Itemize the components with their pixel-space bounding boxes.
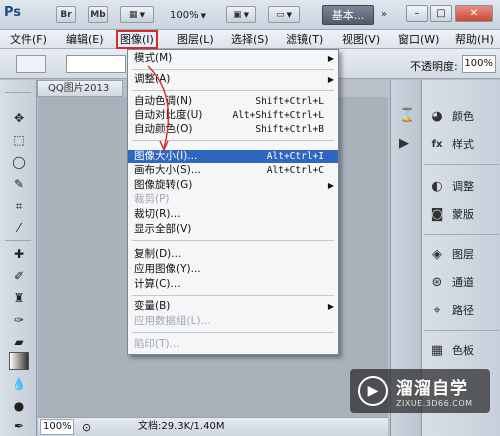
bridge-button[interactable]: Br [56,6,76,23]
menu-item-crop: 裁剪(P) [134,193,170,205]
menu-filter[interactable]: 滤镜(T) [285,32,324,47]
blur-tool-icon[interactable]: 💧 [11,376,27,392]
adjustments-icon: ◐ [431,178,443,194]
masks-icon: ◙ [430,206,444,222]
swatches-icon: ▦ [430,342,444,358]
panel-styles[interactable]: fx 样式 [428,132,498,156]
menu-bar: 文件(F) 编辑(E) 图像(I) 图层(L) 选择(S) 滤镜(T) 视图(V… [0,30,500,49]
status-icon[interactable]: ⊙ [82,419,91,436]
pen-tool-icon[interactable]: ✒ [11,418,27,434]
photoshop-logo: Ps [4,5,22,20]
menu-item-apply-data-set: 应用数据组(L)... [134,315,211,327]
screen-mode-icon: ▭ [276,9,285,20]
status-bar: 100% ⊙ 文档:29.3K/1.40M [38,417,388,436]
extras-button[interactable]: ▦ ▼ [120,6,154,23]
clone-stamp-tool-icon[interactable]: ♜ [11,290,27,306]
menu-item-image-rotation[interactable]: 图像旋转(G) ▶ [128,179,338,192]
tools-panel: ✥ ⬚ ◯ ✎ ⌗ ⁄ ✚ ✐ ♜ ✑ ▰ 💧 ● ✒ [0,80,37,436]
gradient-tool-icon[interactable] [9,352,29,370]
watermark-logo: ▶ 溜溜自学 ZIXUE.3D66.COM [350,369,490,413]
menu-item-reveal-all[interactable]: 显示全部(V) [128,223,338,236]
menu-layer[interactable]: 图层(L) [176,32,215,47]
menu-item-duplicate[interactable]: 复制(D)... [128,248,338,261]
channels-icon: ⊛ [431,274,443,290]
close-button[interactable]: ✕ [455,5,493,22]
gradient-picker[interactable] [66,55,126,73]
eraser-tool-icon[interactable]: ▰ [11,334,27,350]
menu-help[interactable]: 帮助(H) [454,32,495,47]
chevron-down-icon: ▼ [139,10,145,19]
paths-icon: ⌖ [433,302,441,318]
arrange-documents-button[interactable]: ▣ ▼ [226,6,256,23]
submenu-arrow-icon: ▶ [327,54,334,63]
menu-item-trim[interactable]: 裁切(R)... [128,208,338,221]
menu-window[interactable]: 窗口(W) [397,32,440,47]
document-tab[interactable]: QQ图片2013 [37,80,123,97]
image-menu-dropdown: 模式(M) ▶ 调整(A) ▶ 自动色调(N) Shift+Ctrl+L 自动对比度(… [127,49,339,355]
menu-item-auto-tone[interactable]: 自动色调(N) Shift+Ctrl+L [128,95,338,108]
status-zoom-field[interactable]: 100% [40,419,74,435]
menu-file[interactable]: 文件(F) [9,32,48,47]
workspace-switcher[interactable]: 基本... [322,5,374,25]
panel-paths[interactable]: ⌖ 路径 [428,298,498,322]
dodge-tool-icon[interactable]: ● [11,398,27,414]
menu-item-trap: 陷印(T)... [134,338,180,350]
menu-select[interactable]: 选择(S) [230,32,270,47]
eyedropper-tool-icon[interactable]: ⁄ [11,220,27,236]
screen-mode-button[interactable]: ▭ ▼ [268,6,300,23]
more-workspaces-icon[interactable]: » [381,9,387,20]
minimize-button[interactable]: – [406,5,428,22]
arrange-icon: ▣ [233,9,242,20]
menu-view[interactable]: 视图(V) [341,32,381,47]
mini-bridge-button[interactable]: Mb [88,6,108,23]
crop-tool-icon[interactable]: ⌗ [11,198,27,214]
styles-icon: fx [431,138,443,150]
panel-adjustments[interactable]: ◐ 调整 [428,174,498,198]
layers-icon: ◈ [432,246,442,262]
healing-brush-tool-icon[interactable]: ✚ [11,246,27,262]
play-icon: ▶ [358,376,388,406]
chevron-down-icon: ▼ [200,12,206,20]
palette-icon: ◕ [431,108,443,124]
maximize-button[interactable]: □ [430,5,452,22]
submenu-arrow-icon: ▶ [327,75,334,84]
menu-item-calculations[interactable]: 计算(C)... [128,278,338,291]
watermark-title: 溜溜自学 [396,379,468,399]
panel-swatches[interactable]: ▦ 色板 [428,338,498,362]
chevron-down-icon: ▼ [243,10,249,19]
menu-item-apply-image[interactable]: 应用图像(Y)... [128,263,338,276]
history-brush-tool-icon[interactable]: ✑ [11,312,27,328]
opacity-label: 不透明度: [410,60,458,73]
chevron-down-icon: ▼ [286,10,292,19]
application-bar: Ps Br Mb ▦ ▼ 100% ▼ ▣ ▼ ▭ ▼ 基本... » – □ ✕ [0,0,500,30]
panel-color[interactable]: ◕ 颜色 [428,104,498,128]
watermark-subtitle: ZIXUE.3D66.COM [396,399,473,408]
marquee-tool-icon[interactable]: ⬚ [11,132,27,148]
move-tool-icon[interactable]: ✥ [11,110,27,126]
menu-edit[interactable]: 编辑(E) [65,32,105,47]
menu-item-adjustments[interactable]: 调整(A) ▶ [128,73,338,86]
submenu-arrow-icon: ▶ [327,302,334,311]
brush-tool-icon[interactable]: ✐ [11,268,27,284]
menu-item-mode[interactable]: 模式(M) ▶ [128,52,338,65]
menu-item-image-size[interactable]: 图像大小(I)... Alt+Ctrl+I [128,150,338,163]
lasso-tool-icon[interactable]: ◯ [11,154,27,170]
panel-masks[interactable]: ◙ 蒙版 [428,202,498,226]
zoom-level[interactable]: 100% ▼ [170,10,206,21]
opacity-field[interactable]: 100% [462,55,496,73]
actions-panel-icon[interactable]: ▶ [399,136,409,151]
panel-layers[interactable]: ◈ 图层 [428,242,498,266]
grid-icon: ▦ [129,9,138,20]
menu-item-variables[interactable]: 变量(B) ▶ [128,300,338,313]
document-info: 文档:29.3K/1.40M [138,421,225,432]
history-panel-icon[interactable]: ⌛ [399,108,415,123]
menu-item-auto-contrast[interactable]: 自动对比度(U) Alt+Shift+Ctrl+L [128,109,338,122]
menu-item-auto-color[interactable]: 自动颜色(O) Shift+Ctrl+B [128,123,338,136]
menu-image[interactable]: 图像(I) [116,30,158,49]
menu-item-canvas-size[interactable]: 画布大小(S)... Alt+Ctrl+C [128,164,338,177]
submenu-arrow-icon: ▶ [327,181,334,190]
quick-select-tool-icon[interactable]: ✎ [11,176,27,192]
tool-preset-picker[interactable] [16,55,46,73]
panel-channels[interactable]: ⊛ 通道 [428,270,498,294]
